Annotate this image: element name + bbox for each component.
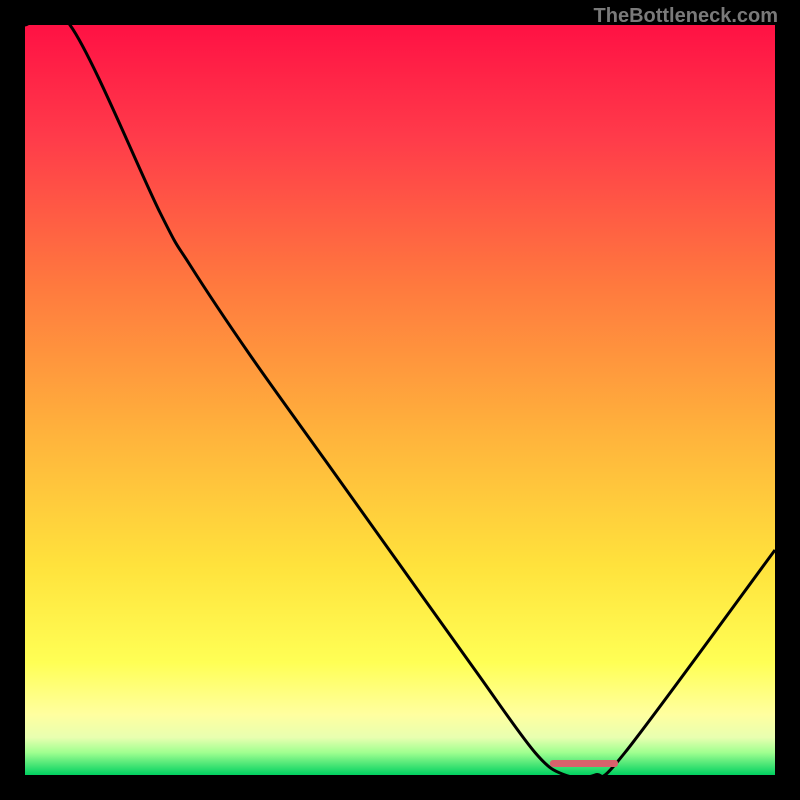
optimum-range-marker [550,760,618,767]
chart-curve [25,25,775,775]
watermark-text: TheBottleneck.com [594,5,778,28]
chart-plot-area [25,25,775,775]
